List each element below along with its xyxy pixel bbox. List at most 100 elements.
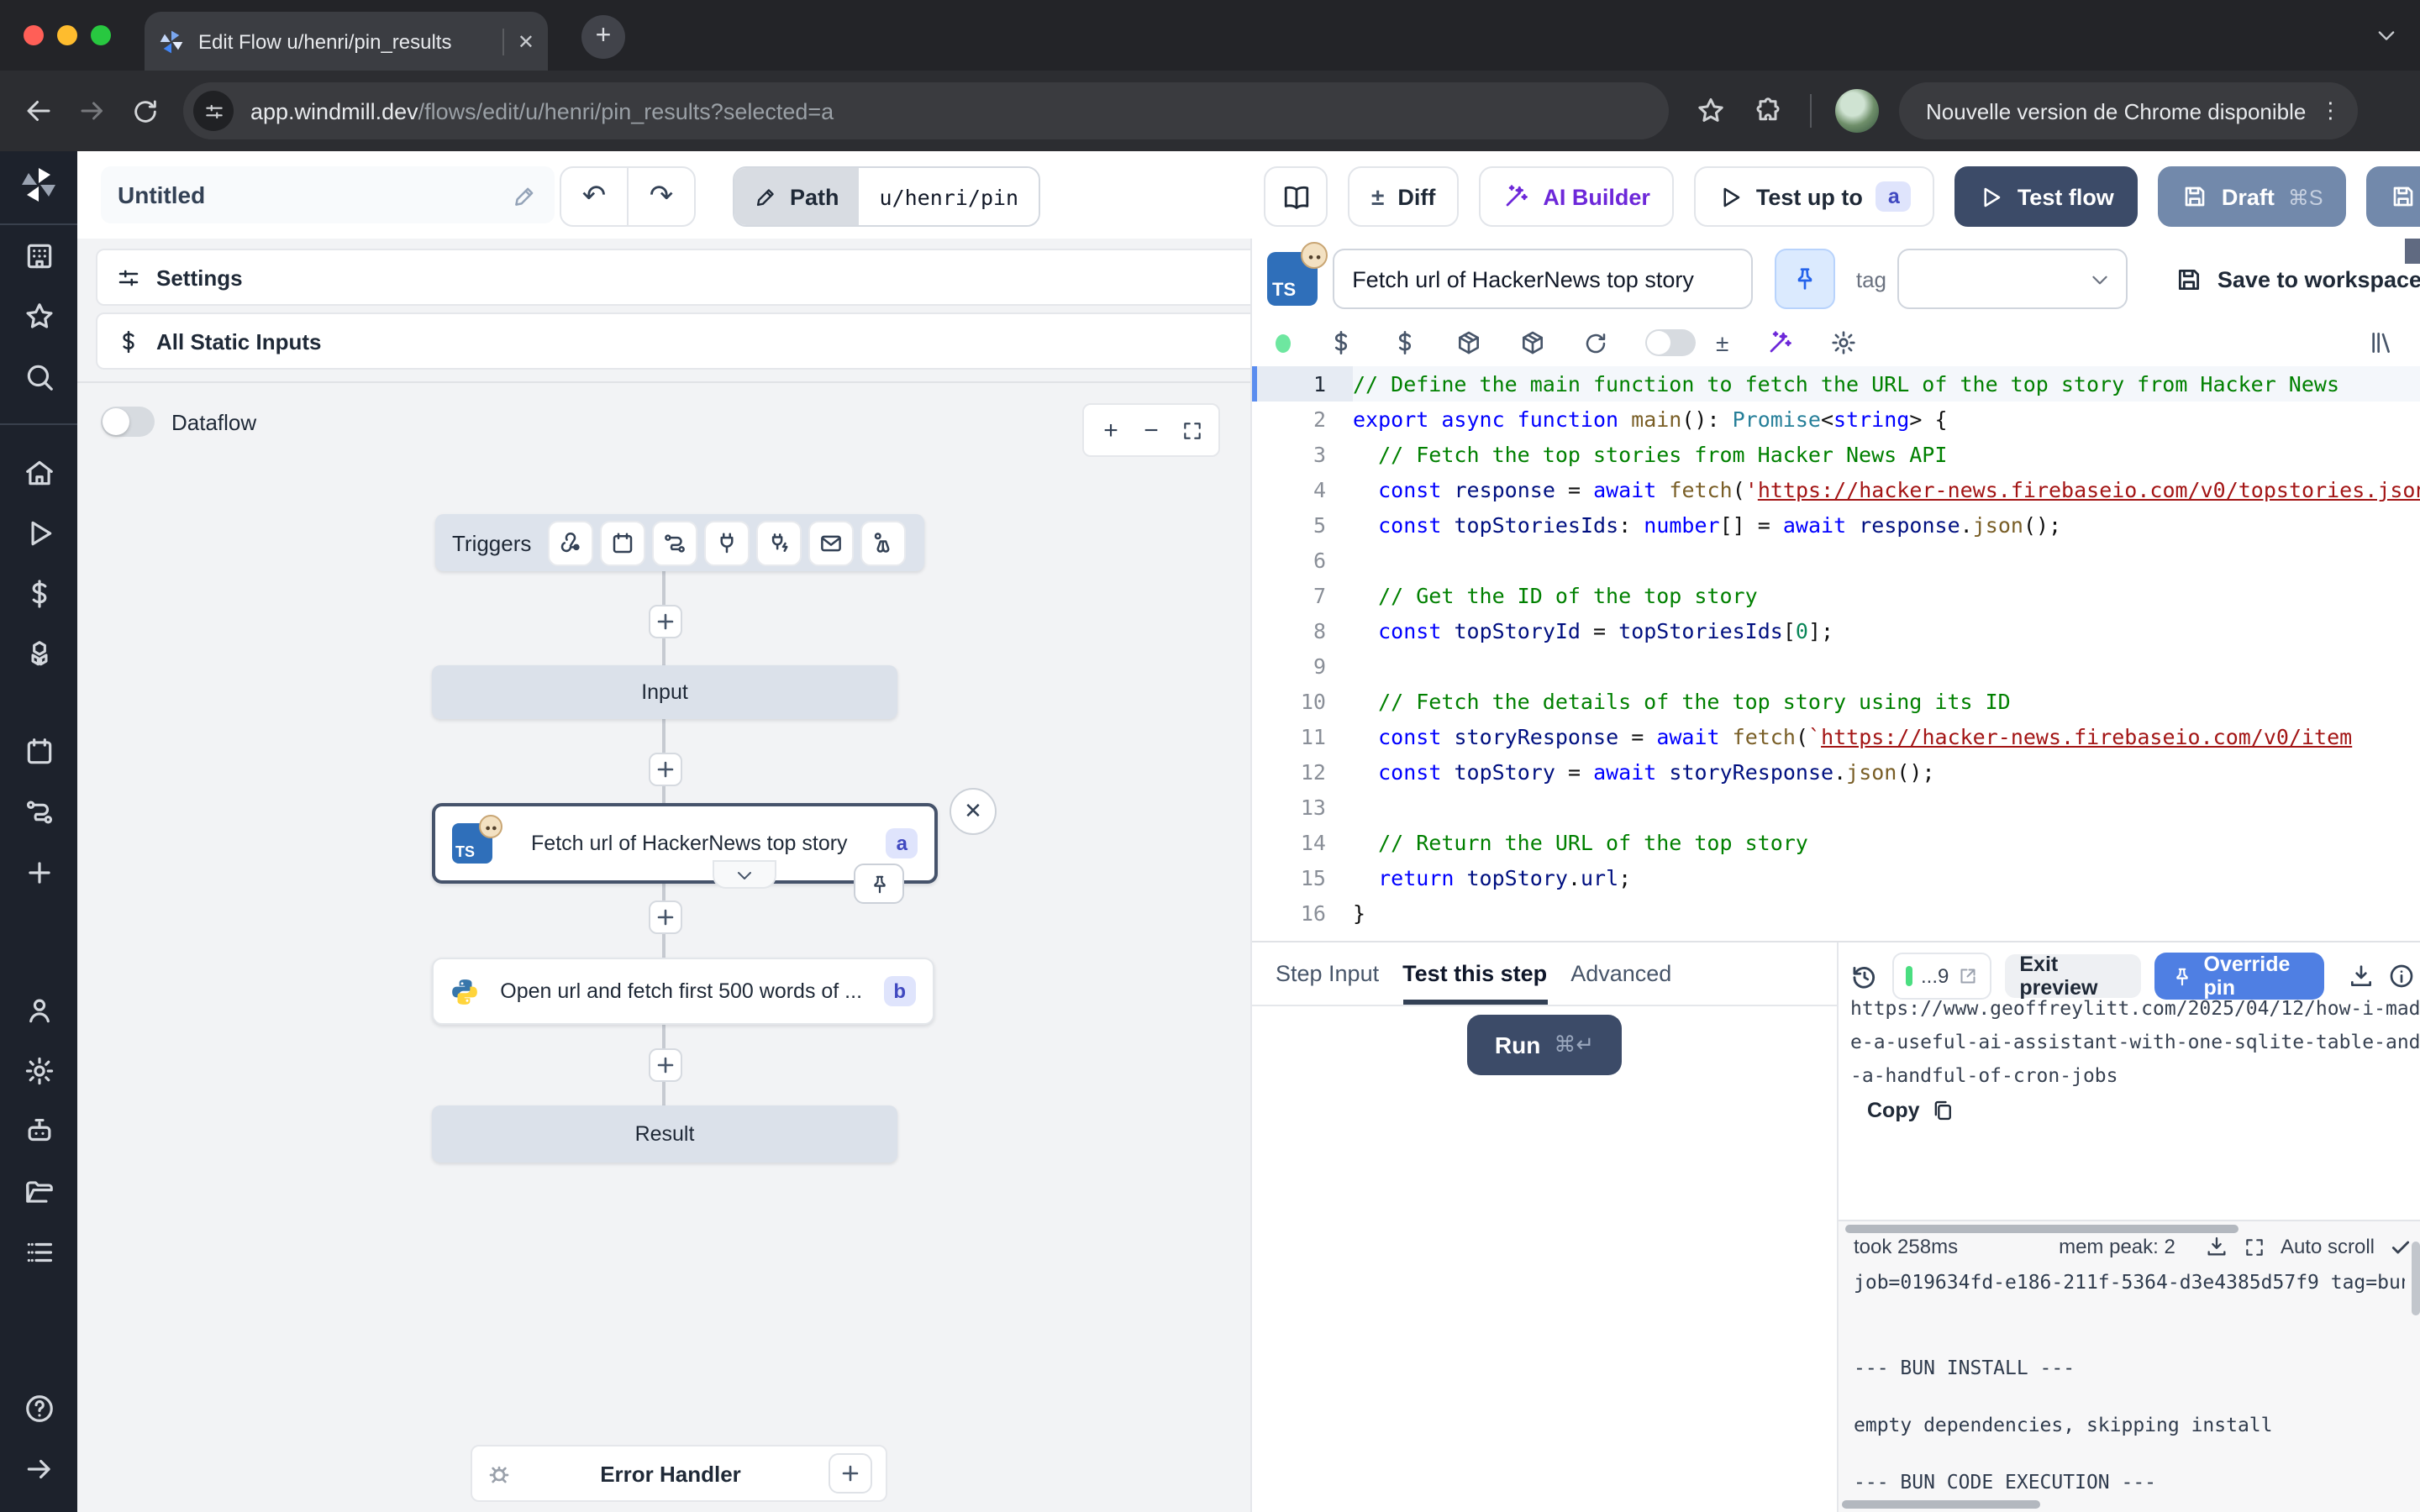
url-bar[interactable]: app.windmill.dev/flows/edit/u/henri/pin_… [183, 82, 1669, 139]
docs-button[interactable] [1264, 166, 1328, 227]
result-node[interactable]: Result [432, 1105, 897, 1163]
zoom-window-button[interactable] [91, 25, 111, 45]
step-node-b[interactable]: Open url and fetch first 500 words of ..… [432, 958, 934, 1025]
save-to-workspace-button[interactable]: Save to workspace [2175, 265, 2420, 293]
windmill-logo-icon[interactable] [18, 165, 59, 205]
sidebar-calendar-icon[interactable] [0, 721, 77, 781]
flow-settings-row[interactable]: Settings [96, 249, 1250, 306]
redo-button[interactable]: ↷ [627, 168, 694, 225]
pinned-step-pin-icon[interactable] [854, 864, 904, 904]
code-line[interactable]: 3 // Fetch the top stories from Hacker N… [1252, 437, 2420, 472]
add-step-button[interactable] [649, 900, 682, 934]
route-trigger-icon[interactable] [652, 520, 697, 565]
resources-dollar-icon[interactable] [1392, 329, 1418, 356]
new-tab-button[interactable]: + [581, 15, 625, 59]
profile-avatar[interactable] [1835, 89, 1879, 133]
variables-dollar-icon[interactable] [1328, 329, 1355, 356]
test-up-to-step-badge[interactable]: a [1876, 181, 1912, 212]
sidebar-arrow-right-icon[interactable] [0, 1438, 77, 1499]
zoom-in-button[interactable]: + [1091, 416, 1131, 444]
download-result-icon[interactable] [2348, 963, 2375, 990]
code-line[interactable]: 1// Define the main function to fetch th… [1252, 366, 2420, 402]
sidebar-help-icon[interactable] [0, 1378, 77, 1438]
tab-search-chevron-icon[interactable] [2366, 15, 2407, 55]
ai-builder-button[interactable]: AI Builder [1479, 166, 1674, 227]
error-handler-node[interactable]: Error Handler [471, 1445, 887, 1502]
tab-advanced[interactable]: Advanced [1570, 942, 1671, 1005]
edit-pencil-icon[interactable] [513, 182, 538, 207]
expand-logs-icon[interactable] [2244, 1236, 2265, 1257]
add-step-button[interactable] [649, 1048, 682, 1082]
code-line[interactable]: 6 [1252, 543, 2420, 578]
code-line[interactable]: 8 const topStoryId = topStoriesIds[0]; [1252, 613, 2420, 648]
browser-tab[interactable]: Edit Flow u/henri/pin_results ✕ [145, 12, 548, 71]
triggers-node[interactable]: Triggers [435, 514, 924, 571]
package-icon[interactable] [1519, 329, 1546, 356]
test-up-to-button[interactable]: Test up to a [1694, 166, 1935, 227]
plug-bolt-trigger-icon[interactable] [756, 520, 802, 565]
flow-name-field[interactable]: Untitled [101, 166, 555, 223]
sidebar-folder-icon[interactable] [0, 1161, 77, 1221]
sidebar-dollar-icon[interactable] [0, 563, 77, 623]
dataflow-toggle[interactable] [101, 407, 155, 437]
forward-icon[interactable] [77, 96, 108, 126]
zoom-out-button[interactable]: − [1131, 416, 1171, 444]
chrome-update-button[interactable]: Nouvelle version de Chrome disponible ⋮ [1899, 82, 2358, 139]
code-line[interactable]: 15 return topStory.url; [1252, 860, 2420, 895]
library-icon[interactable] [2368, 329, 2395, 356]
editor-toggle[interactable] [1645, 329, 1696, 356]
tag-select[interactable] [1897, 249, 2128, 309]
collapse-step-chevron-icon[interactable] [713, 860, 776, 889]
fit-view-icon[interactable] [1171, 419, 1212, 441]
log-output[interactable]: job=019634fd-e186-211f-5364-d3e4385d57f9… [1854, 1268, 2405, 1499]
tab-test-this-step[interactable]: Test this step [1402, 942, 1547, 1005]
add-error-handler-icon[interactable] [829, 1453, 872, 1494]
sidebar-play-icon[interactable] [0, 502, 77, 563]
package-icon[interactable] [1455, 329, 1482, 356]
test-flow-button[interactable]: Test flow [1955, 166, 2138, 227]
code-editor[interactable]: 1// Define the main function to fetch th… [1252, 366, 2420, 941]
code-line[interactable]: 11 const storyResponse = await fetch(`ht… [1252, 719, 2420, 754]
remove-step-icon[interactable]: ✕ [950, 788, 997, 835]
webhook-trigger-icon[interactable] [548, 520, 593, 565]
sidebar-route-icon[interactable] [0, 781, 77, 842]
pin-button[interactable] [1776, 249, 1836, 309]
ai-wand-icon[interactable] [1765, 329, 1792, 356]
sidebar-person-icon[interactable] [0, 979, 77, 1040]
path-group[interactable]: Path u/henri/pin [733, 166, 1040, 227]
code-line[interactable]: 14 // Return the URL of the top story [1252, 825, 2420, 860]
back-icon[interactable] [24, 96, 54, 126]
add-step-button[interactable] [649, 753, 682, 786]
external-link-icon[interactable] [1957, 966, 1977, 986]
diff-plus-minus-icon[interactable]: ± [1716, 329, 1728, 356]
code-line[interactable]: 10 // Fetch the details of the top story… [1252, 684, 2420, 719]
input-node[interactable]: Input [432, 665, 897, 719]
code-line[interactable]: 5 const topStoriesIds: number[] = await … [1252, 507, 2420, 543]
chrome-menu-kebab-icon[interactable]: ⋮ [2319, 97, 2341, 124]
sidebar-plus-icon[interactable] [0, 842, 77, 902]
sidebar-building-icon[interactable] [0, 225, 77, 286]
code-line[interactable]: 12 const topStory = await storyResponse.… [1252, 754, 2420, 790]
download-logs-icon[interactable] [2205, 1235, 2228, 1258]
poll-trigger-icon[interactable] [860, 520, 906, 565]
sidebar-robot-icon[interactable] [0, 1100, 77, 1161]
step-title-input[interactable]: Fetch url of HackerNews top story [1332, 249, 1754, 309]
run-button[interactable]: Run ⌘↵ [1467, 1015, 1622, 1075]
mail-trigger-icon[interactable] [808, 520, 854, 565]
log-horizontal-scrollbar[interactable] [1845, 1225, 2238, 1233]
close-window-button[interactable] [24, 25, 44, 45]
reset-icon[interactable] [1583, 330, 1608, 355]
plug-trigger-icon[interactable] [704, 520, 750, 565]
sidebar-star-icon[interactable] [0, 286, 77, 346]
history-icon[interactable] [1850, 962, 1879, 990]
add-step-button[interactable] [649, 605, 682, 638]
all-static-inputs-row[interactable]: All Static Inputs [96, 312, 1250, 370]
code-line[interactable]: 13 [1252, 790, 2420, 825]
bookmark-star-icon[interactable] [1696, 96, 1726, 126]
window-controls[interactable] [24, 25, 111, 45]
code-line[interactable]: 7 // Get the ID of the top story [1252, 578, 2420, 613]
editor-scroll-marker[interactable] [2405, 239, 2420, 264]
log-vertical-scrollbar[interactable] [2412, 1242, 2420, 1315]
draft-button[interactable]: Draft ⌘S [2158, 166, 2347, 227]
reload-icon[interactable] [131, 97, 160, 125]
